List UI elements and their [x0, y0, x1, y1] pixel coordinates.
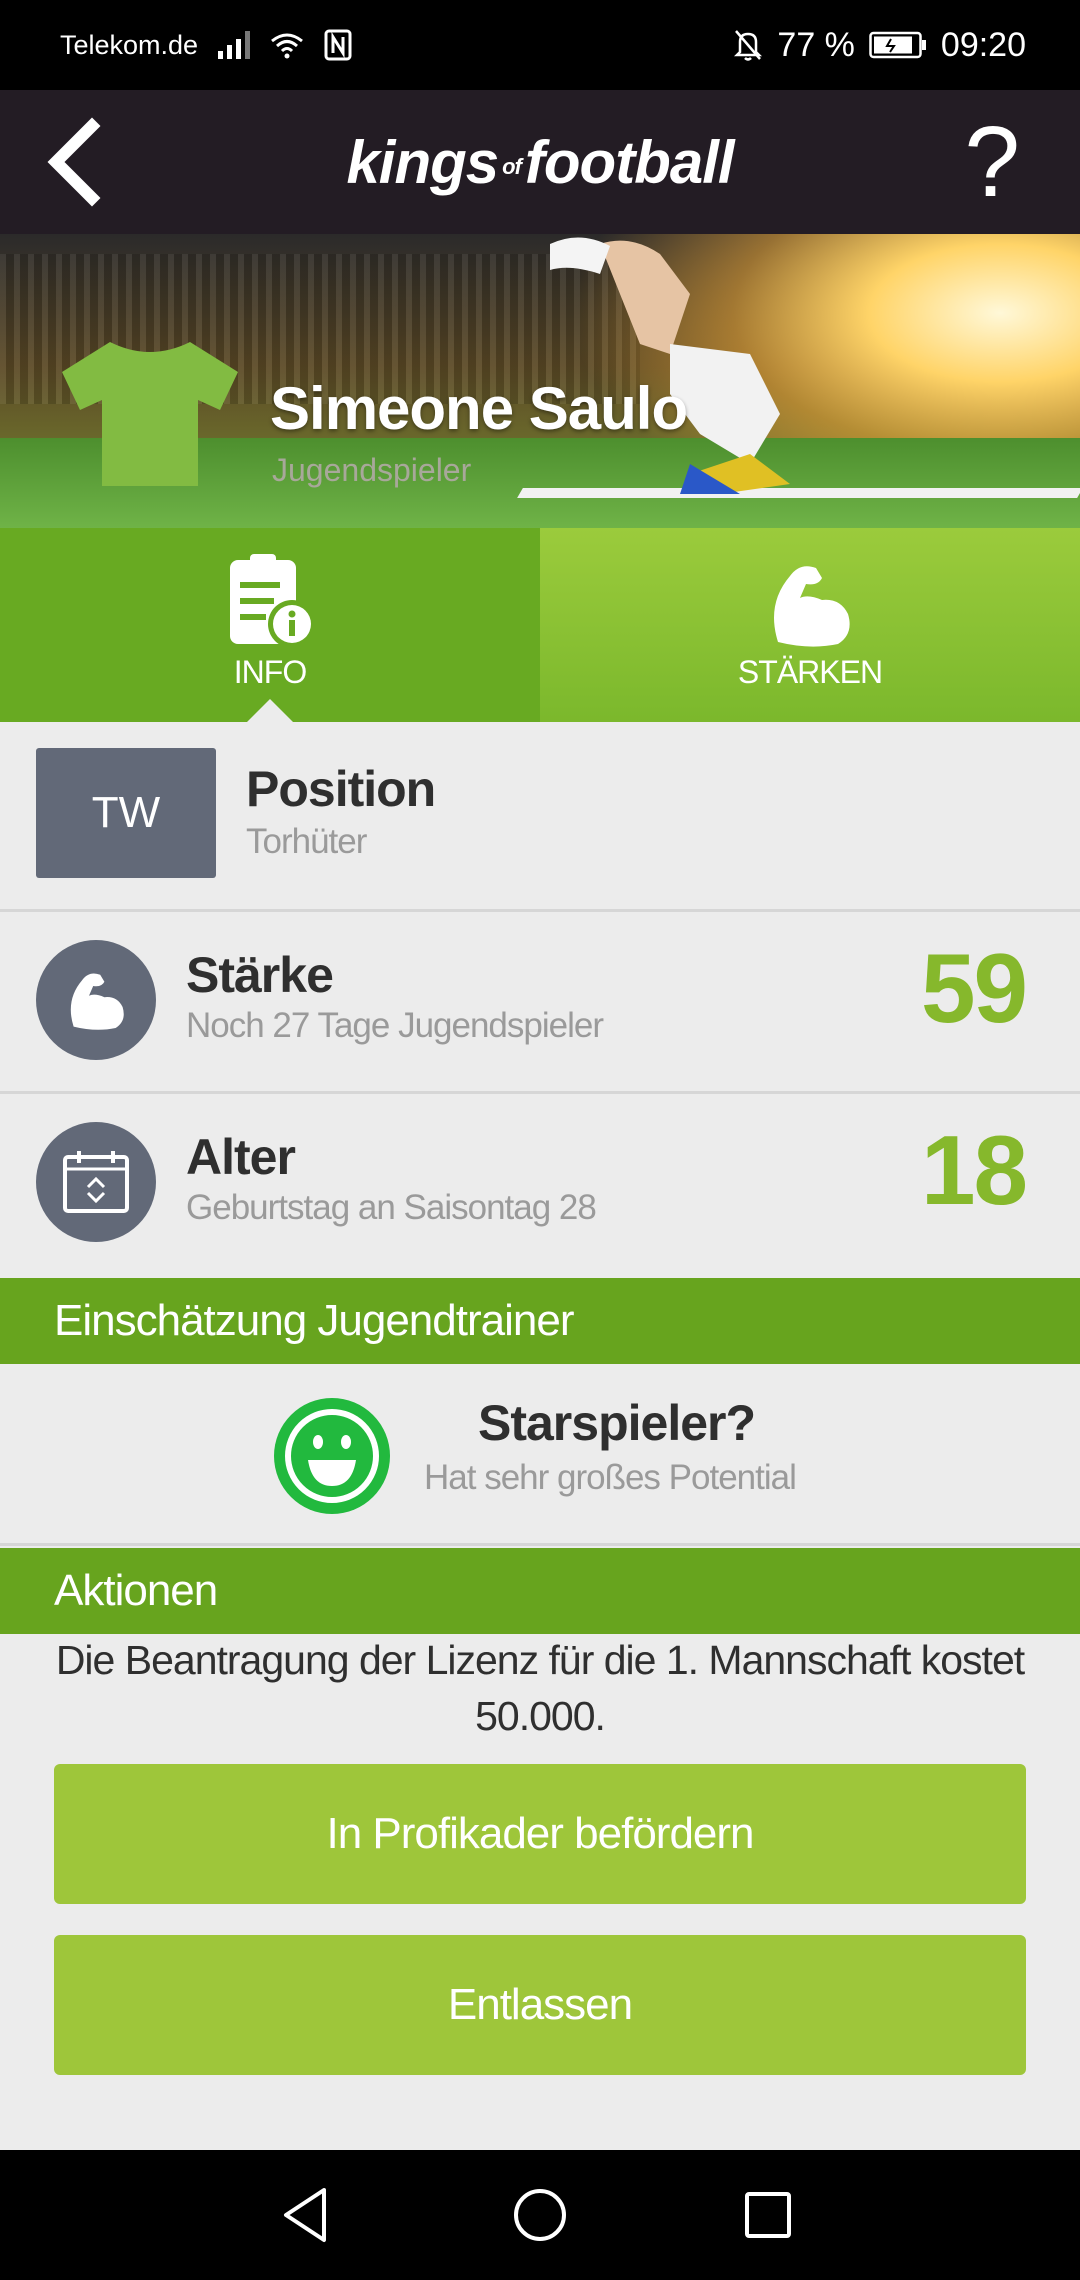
- logo-word-of: of: [502, 154, 522, 180]
- tab-staerken-label: STÄRKEN: [737, 654, 883, 690]
- active-tab-indicator: [246, 699, 294, 723]
- strength-value: 59: [920, 933, 1028, 1043]
- nav-home-icon[interactable]: [505, 2180, 575, 2250]
- promote-to-pro-button[interactable]: In Profikader befördern: [54, 1764, 1026, 1904]
- smiley-icon: [274, 1398, 390, 1514]
- position-badge: TW: [36, 748, 216, 878]
- player-name: Simeone Saulo: [270, 375, 688, 442]
- tab-staerken[interactable]: STÄRKEN: [540, 528, 1080, 722]
- tab-bar: INFO STÄRKEN: [0, 528, 1080, 723]
- trainer-verdict-subtitle: Hat sehr großes Potential: [424, 1458, 797, 1497]
- position-title: Position: [246, 761, 436, 817]
- logo-word-kings: kings: [346, 129, 499, 196]
- bell-off-icon: [734, 30, 763, 61]
- nav-back-icon[interactable]: [272, 2180, 342, 2250]
- license-cost-text: Die Beantragung der Lizenz für die 1. Ma…: [55, 1637, 1025, 1739]
- help-button[interactable]: ?: [964, 104, 1020, 220]
- battery-icon: [869, 31, 926, 59]
- player-photo: [550, 237, 790, 494]
- signal-icon: [218, 31, 251, 59]
- calendar-icon: [63, 1151, 129, 1213]
- status-bar: Telekom.de 77 % 09:20: [0, 0, 1080, 90]
- flexed-arm-icon: [70, 973, 124, 1030]
- age-icon-circle: [36, 1122, 156, 1242]
- clock: 09:20: [940, 25, 1026, 64]
- strength-row: Stärke Noch 27 Tage Jugendspieler 59: [0, 912, 1080, 1094]
- flexed-arm-icon: [774, 566, 850, 647]
- trainer-verdict-title: Starspieler?: [478, 1395, 756, 1451]
- trainer-section-header: Einschätzung Jugendtrainer: [0, 1278, 1080, 1364]
- app-header: kings offootball ?: [0, 90, 1080, 234]
- logo-word-football: football: [524, 129, 735, 196]
- jersey-icon: [62, 342, 238, 486]
- battery-percent: 77 %: [777, 25, 855, 64]
- app-logo: kings offootball: [0, 128, 1080, 197]
- player-hero-banner: Simeone Saulo Jugendspieler: [0, 234, 1080, 528]
- position-row: TW Position Torhüter: [0, 722, 1080, 912]
- age-subtitle: Geburtstag an Saisontag 28: [186, 1188, 597, 1227]
- dismiss-player-button[interactable]: Entlassen: [54, 1935, 1026, 2075]
- tab-info-label: INFO: [233, 654, 307, 690]
- strength-title: Stärke: [186, 947, 334, 1003]
- strength-icon-circle: [36, 940, 156, 1060]
- age-value: 18: [920, 1115, 1028, 1225]
- nfc-icon: [324, 29, 352, 61]
- system-navigation-bar: [0, 2150, 1080, 2280]
- tab-info[interactable]: INFO: [0, 528, 540, 723]
- player-status: Jugendspieler: [272, 452, 472, 488]
- info-document-icon: [230, 554, 316, 648]
- wifi-icon: [271, 33, 304, 59]
- age-row: Alter Geburtstag an Saisontag 28 18: [0, 1094, 1080, 1276]
- actions-section-header: Aktionen: [0, 1548, 1080, 1634]
- trainer-assessment: Starspieler? Hat sehr großes Potential: [0, 1364, 1080, 1546]
- strength-subtitle: Noch 27 Tage Jugendspieler: [186, 1006, 604, 1045]
- position-value: Torhüter: [246, 822, 367, 861]
- carrier-label: Telekom.de: [60, 29, 199, 60]
- nav-recents-icon[interactable]: [733, 2180, 803, 2250]
- age-title: Alter: [186, 1129, 296, 1185]
